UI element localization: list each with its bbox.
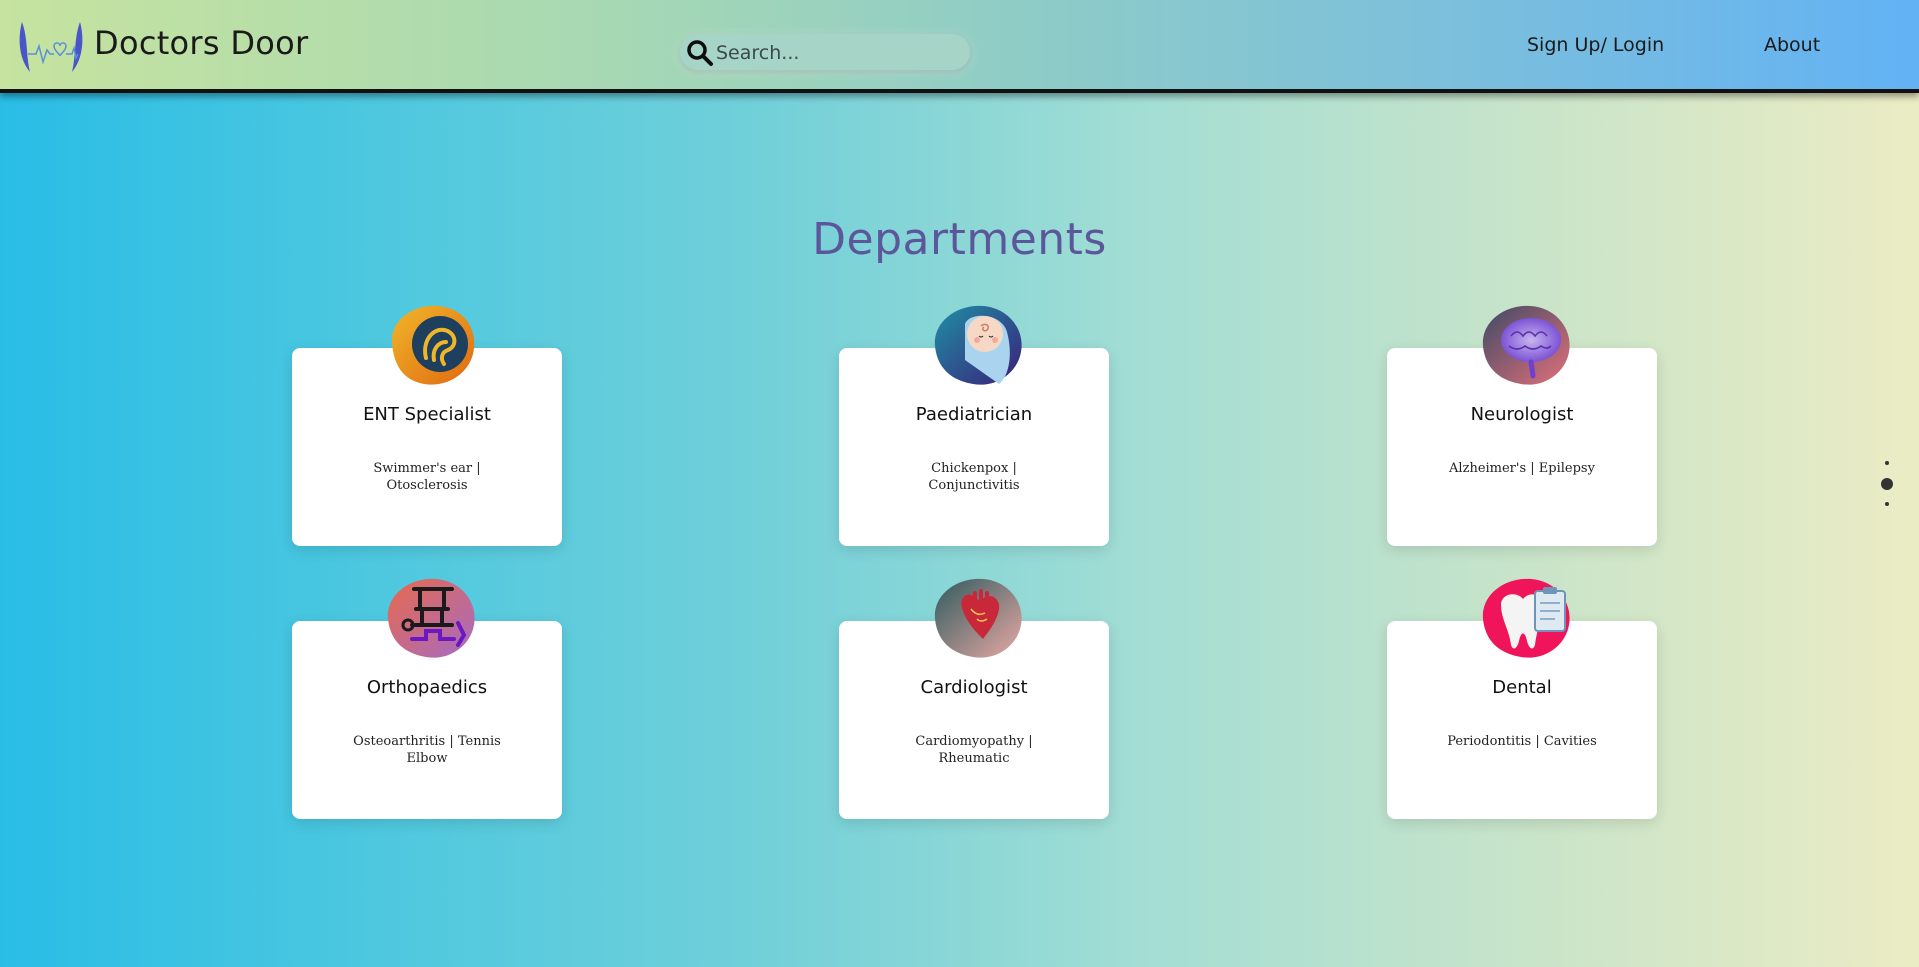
card-title: Paediatrician [915,404,1033,425]
brand-name[interactable]: Doctors Door [94,24,309,62]
card-title: Neurologist [1470,404,1574,425]
navbar: Doctors Door Sign Up/ Login About [0,0,1919,93]
search-input[interactable] [714,38,958,68]
nav-signup-login-link[interactable]: Sign Up/ Login [1527,34,1664,56]
pager-dot-active[interactable] [1881,478,1893,490]
department-card-neurologist[interactable]: Neurologist Alzheimer's | Epilepsy [1387,305,1657,546]
department-card-orthopaedics[interactable]: Orthopaedics Osteoarthritis | Tennis Elb… [292,578,562,819]
card-title: Dental [1492,677,1552,698]
card-description: Chickenpox | Conjunctivitis [928,461,1020,493]
department-card-cardiologist[interactable]: Cardiologist Cardiomyopathy | Rheumatic [839,578,1109,819]
bone-joint-icon [387,578,475,658]
search-icon[interactable] [686,39,714,67]
departments-title: Departments [812,214,1107,265]
department-card-paediatrician[interactable]: Paediatrician Chickenpox | Conjunctiviti… [839,305,1109,546]
logo-icon[interactable] [16,16,86,78]
card-description: Swimmer's ear | Otosclerosis [373,461,481,493]
nav-about-link[interactable]: About [1764,34,1820,56]
card-description: Osteoarthritis | Tennis Elbow [353,734,501,766]
card-description: Cardiomyopathy | Rheumatic [915,734,1033,766]
pager-dot[interactable] [1885,461,1889,465]
search-bar [680,34,970,70]
pager-dot[interactable] [1885,502,1889,506]
department-card-ent[interactable]: ENT Specialist Swimmer's ear | Otosclero… [292,305,562,546]
carousel-pagination [1881,461,1893,506]
card-description: Periodontitis | Cavities [1447,734,1597,749]
heart-icon [934,578,1022,658]
baby-icon [934,305,1022,385]
card-title: Cardiologist [920,677,1028,698]
card-title: ENT Specialist [363,404,491,425]
card-title: Orthopaedics [366,677,488,698]
department-card-dental[interactable]: Dental Periodontitis | Cavities [1387,578,1657,819]
card-description: Alzheimer's | Epilepsy [1449,461,1595,476]
ent-ear-icon [391,305,475,385]
brain-icon [1482,305,1570,385]
tooth-icon [1482,578,1570,658]
